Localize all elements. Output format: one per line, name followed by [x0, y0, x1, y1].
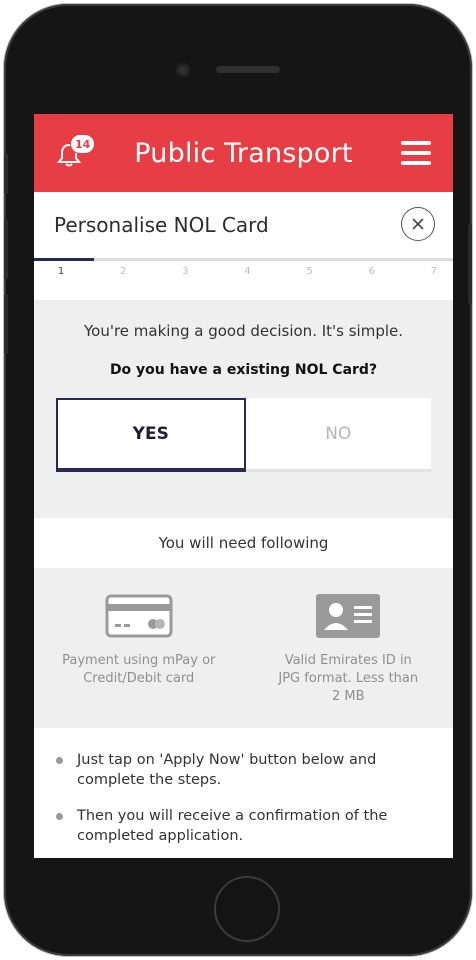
- requirement-emirates-id: Valid Emirates ID in JPG format. Less th…: [244, 594, 454, 728]
- step-label: 5: [306, 266, 313, 277]
- yes-button[interactable]: YES: [56, 398, 246, 472]
- intro-text: You're making a good decision. It's simp…: [83, 322, 404, 340]
- mute-switch: [4, 154, 8, 194]
- question-text: Do you have a existing NOL Card?: [109, 362, 378, 378]
- id-card-icon: [316, 594, 381, 638]
- step-progress: [34, 258, 94, 261]
- requirement-emirates-id-text: Valid Emirates ID in JPG format. Less th…: [278, 653, 419, 704]
- requirements-title: You will need following: [34, 518, 453, 568]
- step-label: 7: [430, 266, 438, 277]
- close-button[interactable]: [401, 207, 435, 241]
- app-header: 14 Public Transport: [34, 114, 453, 192]
- requirements-panel: Payment using mPay or Credit/Debit card …: [34, 568, 453, 728]
- step-label: 3: [182, 266, 189, 277]
- bullet-dot: [56, 813, 63, 820]
- volume-down-button: [4, 294, 8, 354]
- close-icon: [412, 218, 424, 230]
- step-label: 2: [119, 266, 127, 277]
- step-track: [34, 258, 453, 261]
- hamburger-menu-icon[interactable]: [401, 141, 431, 165]
- step-labels: 1 2 3 4 5 6 7: [34, 266, 453, 277]
- step-label: 6: [368, 266, 375, 277]
- requirement-payment-text: Payment using mPay or Credit/Debit card: [62, 653, 216, 686]
- page-title: Personalise NOL Card: [54, 213, 269, 237]
- earpiece-speaker: [216, 66, 280, 73]
- front-camera: [176, 63, 190, 77]
- no-button[interactable]: NO: [245, 398, 431, 472]
- home-button[interactable]: [214, 876, 280, 942]
- list-item: Then you will receive a confirmation of …: [56, 806, 427, 846]
- list-item: Just tap on 'Apply Now' button below and…: [56, 750, 427, 790]
- step-label: 4: [244, 266, 251, 277]
- app-title: Public Transport: [134, 137, 353, 169]
- requirement-payment: Payment using mPay or Credit/Debit card: [34, 594, 244, 728]
- app-screen: 14 Public Transport Personalise NOL Card…: [34, 114, 453, 858]
- instruction-text: Then you will receive a confirmation of …: [77, 808, 388, 844]
- step-label: 1: [57, 266, 65, 277]
- bullet-dot: [56, 757, 63, 764]
- notification-badge: 14: [70, 134, 96, 154]
- page-title-bar: Personalise NOL Card: [34, 192, 453, 258]
- step-indicator: 1 2 3 4 5 6 7: [34, 258, 453, 300]
- instruction-text: Just tap on 'Apply Now' button below and…: [77, 752, 377, 788]
- volume-up-button: [4, 219, 8, 279]
- power-button: [468, 224, 472, 304]
- question-panel: You're making a good decision. It's simp…: [34, 300, 453, 518]
- instructions-list: Just tap on 'Apply Now' button below and…: [34, 728, 453, 846]
- credit-card-icon: [105, 594, 173, 638]
- yes-no-toggle: YES NO: [56, 398, 431, 472]
